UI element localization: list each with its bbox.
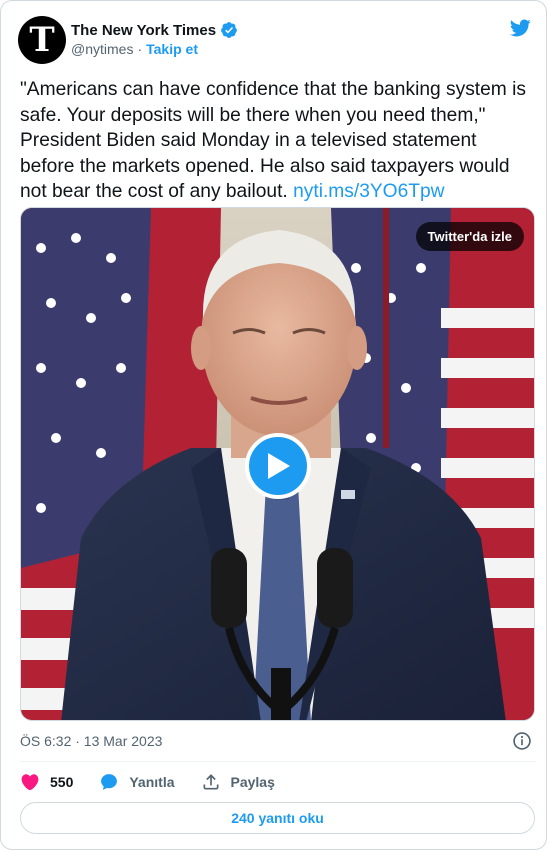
author-name[interactable]: The New York Times bbox=[71, 22, 216, 39]
share-label: Paylaş bbox=[230, 774, 275, 790]
author-handle[interactable]: @nytimes bbox=[71, 41, 133, 57]
video-player[interactable]: Twitter'da izle bbox=[20, 207, 535, 721]
tweet-body: "Americans can have confidence that the … bbox=[20, 79, 526, 203]
author-handle-row: @nytimes · Takip et bbox=[71, 41, 198, 57]
share-icon bbox=[203, 774, 218, 790]
tweet-actions: 550 Yanıtla Paylaş bbox=[20, 771, 301, 793]
author-name-row: The New York Times bbox=[71, 21, 238, 39]
heart-icon bbox=[21, 774, 39, 791]
share-button[interactable]: Paylaş bbox=[201, 772, 275, 792]
like-count: 550 bbox=[50, 774, 74, 790]
handle-separator: · bbox=[137, 41, 143, 57]
reply-button[interactable]: Yanıtla bbox=[99, 772, 175, 792]
play-icon bbox=[268, 453, 290, 479]
tweet-text: "Americans can have confidence that the … bbox=[20, 77, 535, 205]
like-button[interactable]: 550 bbox=[20, 772, 73, 792]
tweet-link[interactable]: nyti.ms/3YO6Tpw bbox=[293, 181, 444, 202]
twitter-bird-icon[interactable] bbox=[508, 17, 532, 39]
follow-button[interactable]: Takip et bbox=[146, 41, 198, 57]
info-icon[interactable] bbox=[512, 731, 532, 751]
read-replies-button[interactable]: 240 yanıtı oku bbox=[20, 802, 535, 834]
watch-on-twitter-button[interactable]: Twitter'da izle bbox=[415, 222, 524, 251]
divider bbox=[20, 761, 535, 762]
avatar-logo: T bbox=[29, 20, 55, 60]
play-button[interactable] bbox=[245, 433, 311, 499]
reply-label: Yanıtla bbox=[129, 774, 175, 790]
verified-badge-icon bbox=[221, 22, 237, 38]
tweet-card: T The New York Times @nytimes · Takip et… bbox=[0, 0, 547, 850]
speech-bubble-icon bbox=[101, 774, 118, 790]
avatar[interactable]: T bbox=[18, 16, 66, 64]
tweet-timestamp[interactable]: ÖS 6:32 · 13 Mar 2023 bbox=[20, 733, 162, 749]
